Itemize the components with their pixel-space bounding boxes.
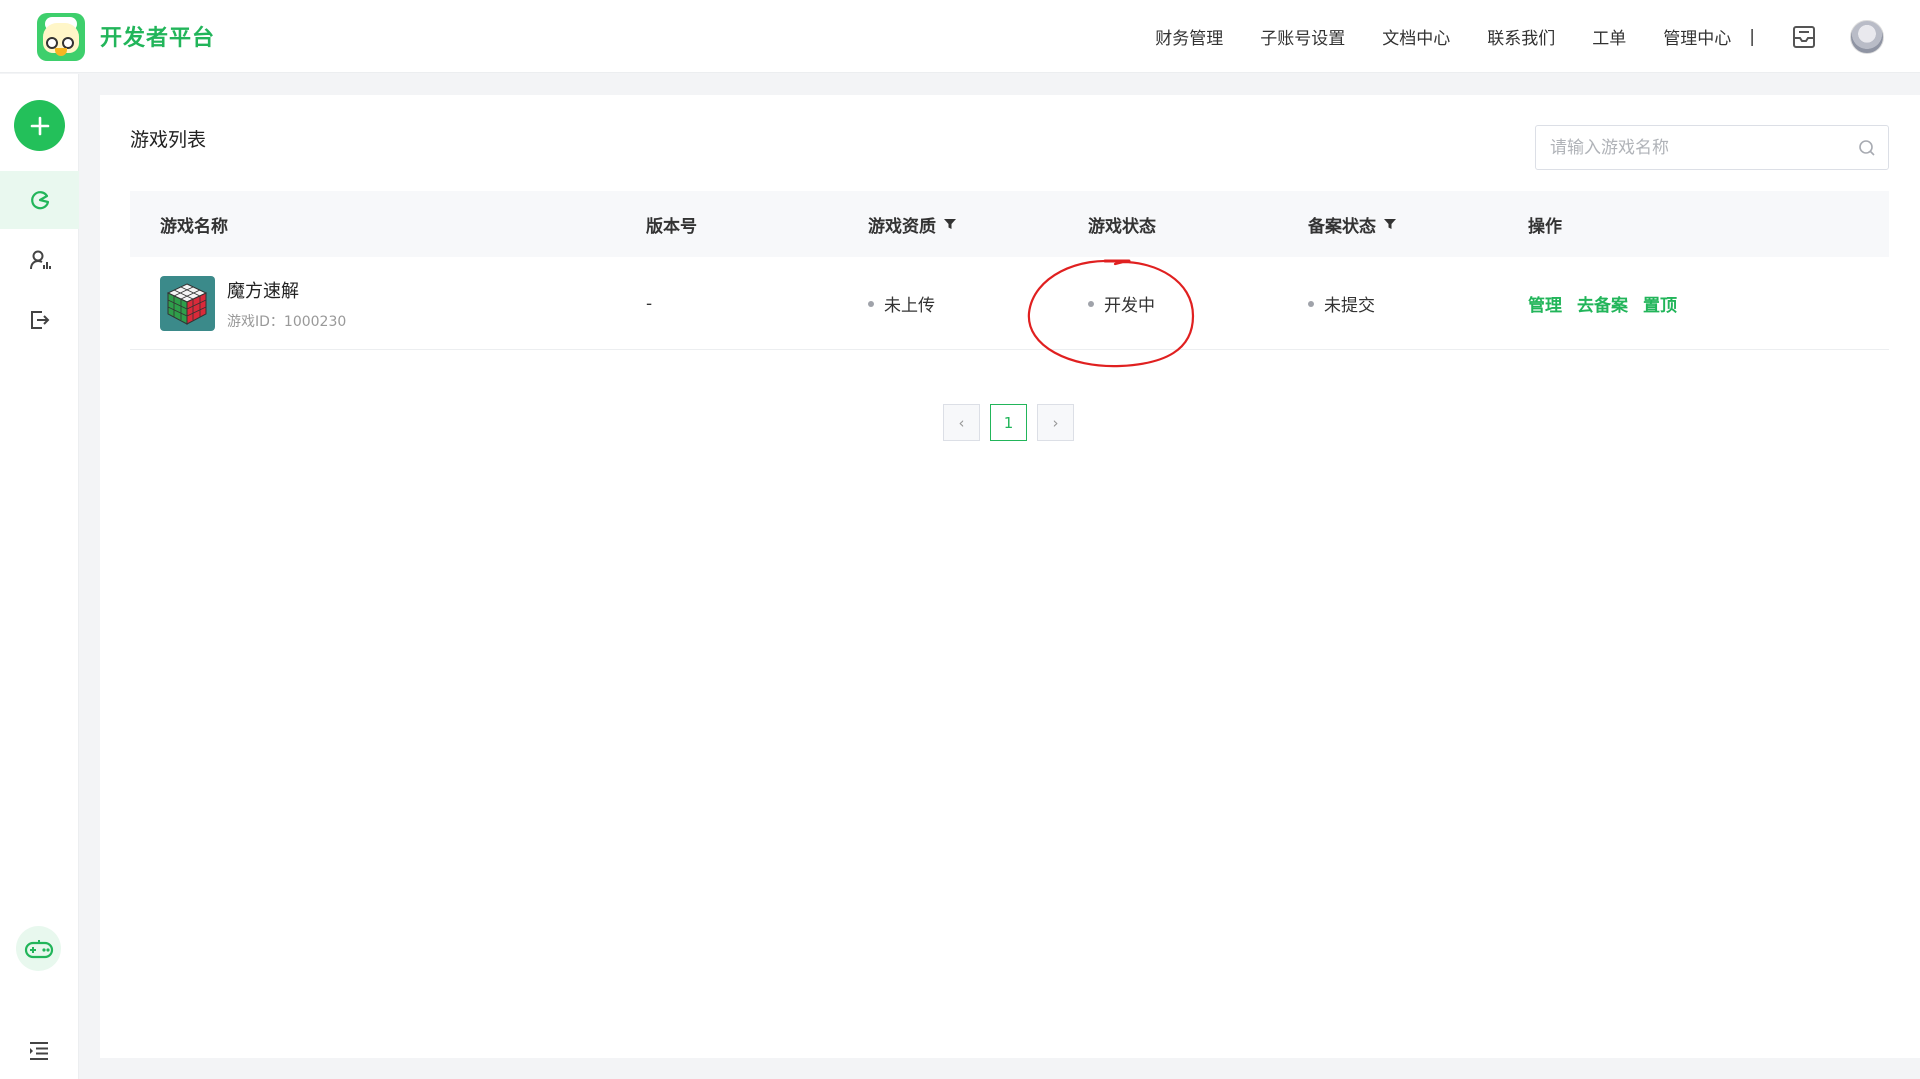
top-nav: 财务管理 子账号设置 文档中心 联系我们 工单 管理中心 | bbox=[1118, 0, 1755, 73]
table-header: 游戏名称 版本号 游戏资质 游戏状态 备案状态 操作 bbox=[130, 191, 1889, 257]
gamepad-icon bbox=[24, 939, 53, 958]
filing-cell: 未提交 bbox=[1308, 257, 1375, 350]
column-version: 版本号 bbox=[646, 216, 697, 237]
column-filing: 备案状态 bbox=[1308, 191, 1396, 257]
nav-ticket[interactable]: 工单 bbox=[1592, 24, 1626, 49]
user-avatar[interactable] bbox=[1850, 20, 1884, 54]
sidebar-item-exit[interactable] bbox=[0, 291, 79, 349]
nav-contact[interactable]: 联系我们 bbox=[1487, 24, 1555, 49]
pagination: ‹ 1 › bbox=[943, 404, 1084, 441]
nav-docs[interactable]: 文档中心 bbox=[1382, 24, 1450, 49]
game-stats-icon bbox=[30, 191, 49, 210]
menu-collapse-icon[interactable] bbox=[27, 1039, 51, 1063]
page-title: 游戏列表 bbox=[130, 129, 207, 151]
gamepad-button[interactable] bbox=[16, 926, 61, 971]
prev-page-button[interactable]: ‹ bbox=[943, 404, 980, 441]
game-info: 魔方速解 游戏ID：1000230 bbox=[227, 277, 346, 331]
nav-admin-center[interactable]: 管理中心 bbox=[1663, 24, 1731, 49]
user-data-icon bbox=[29, 250, 51, 270]
sidebar-item-games[interactable] bbox=[0, 171, 79, 229]
filter-icon[interactable] bbox=[1384, 218, 1396, 230]
next-page-button[interactable]: › bbox=[1037, 404, 1074, 441]
column-status: 游戏状态 bbox=[1088, 216, 1156, 237]
column-game-name: 游戏名称 bbox=[160, 216, 228, 237]
version-cell: - bbox=[646, 293, 653, 314]
add-game-button[interactable] bbox=[14, 100, 65, 151]
column-qualification: 游戏资质 bbox=[868, 191, 956, 257]
game-id: 游戏ID：1000230 bbox=[227, 313, 347, 330]
table-row: 魔方速解 游戏ID：1000230 - 未上传 开发中 未提交 管理 去备案 置… bbox=[130, 257, 1889, 350]
sidebar-item-users[interactable] bbox=[0, 231, 79, 289]
column-actions: 操作 bbox=[1528, 216, 1562, 237]
status-dot bbox=[868, 300, 874, 307]
filter-icon[interactable] bbox=[944, 218, 956, 230]
actions-cell: 管理 去备案 置顶 bbox=[1528, 257, 1692, 350]
manage-link[interactable]: 管理 bbox=[1528, 291, 1562, 316]
game-name[interactable]: 魔方速解 bbox=[227, 277, 346, 303]
top-bar: 开发者平台 财务管理 子账号设置 文档中心 联系我们 工单 管理中心 | bbox=[0, 0, 1920, 73]
exit-icon bbox=[30, 311, 49, 329]
brand-logo-icon[interactable] bbox=[37, 13, 85, 61]
search-box[interactable] bbox=[1535, 125, 1889, 170]
nav-sub-account[interactable]: 子账号设置 bbox=[1260, 24, 1345, 49]
pin-top-link[interactable]: 置顶 bbox=[1643, 291, 1677, 316]
brand-name[interactable]: 开发者平台 bbox=[100, 20, 215, 52]
rubiks-cube-icon[interactable] bbox=[160, 276, 215, 331]
game-list-card: 游戏列表 游戏名称 版本号 游戏资质 游戏状态 备案状态 操作 bbox=[100, 95, 1920, 1058]
filing-link[interactable]: 去备案 bbox=[1577, 291, 1628, 316]
nav-finance[interactable]: 财务管理 bbox=[1155, 24, 1223, 49]
message-icon[interactable] bbox=[1791, 24, 1817, 50]
search-input[interactable] bbox=[1536, 126, 1846, 169]
annotation-circle bbox=[1027, 259, 1195, 368]
qualification-cell: 未上传 bbox=[868, 257, 935, 350]
search-icon[interactable] bbox=[1858, 139, 1876, 157]
game-name-cell: 魔方速解 游戏ID：1000230 bbox=[160, 257, 346, 350]
page-1-button[interactable]: 1 bbox=[990, 404, 1027, 441]
sidebar bbox=[0, 74, 79, 1079]
status-dot bbox=[1308, 300, 1314, 307]
add-icon bbox=[30, 116, 49, 135]
game-table: 游戏名称 版本号 游戏资质 游戏状态 备案状态 操作 魔方速解 游戏ID：100… bbox=[130, 191, 1889, 350]
nav-separator: | bbox=[1749, 26, 1755, 47]
